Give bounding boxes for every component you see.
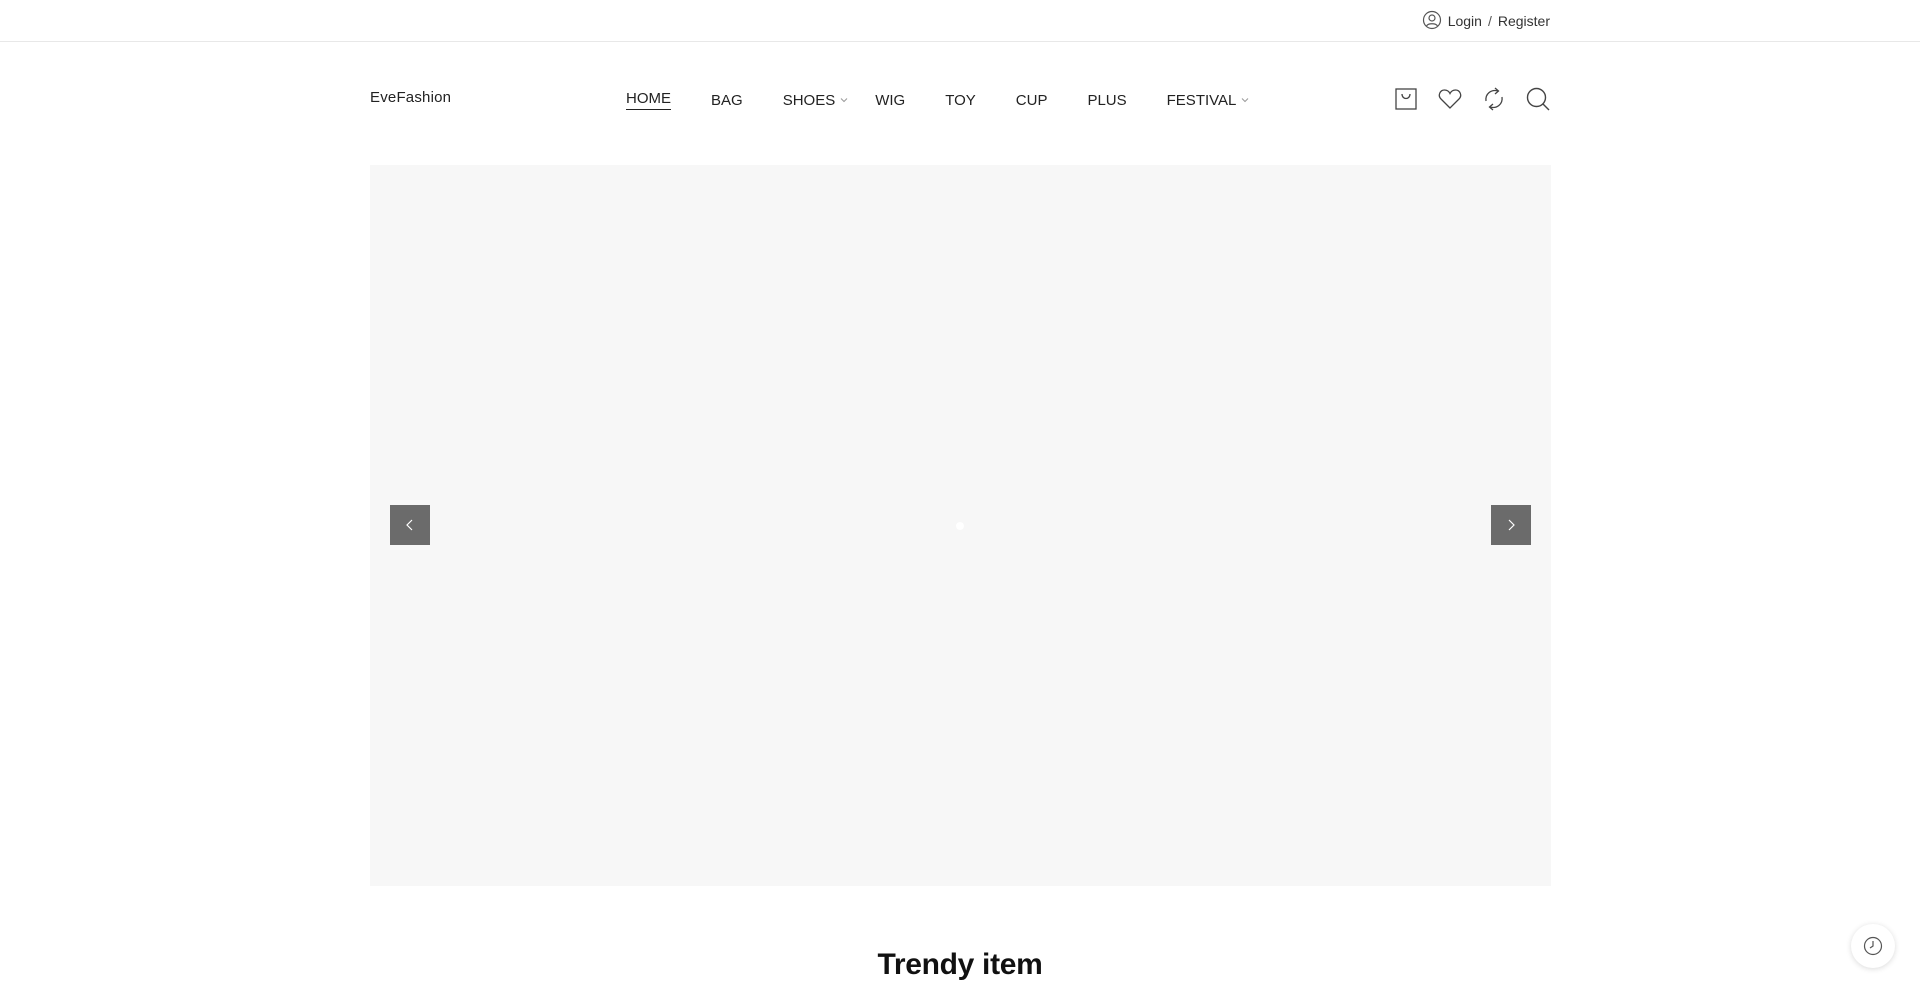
nav-item-home[interactable]: HOME bbox=[626, 90, 671, 110]
nav-label: CUP bbox=[1015, 91, 1048, 109]
chevron-right-icon bbox=[1508, 519, 1515, 531]
login-register-link[interactable]: Login / Register bbox=[1422, 10, 1550, 32]
chevron-down-icon bbox=[1242, 98, 1249, 103]
login-label[interactable]: Login bbox=[1448, 13, 1482, 29]
nav-item-cup[interactable]: CUP bbox=[1016, 92, 1048, 109]
wishlist-button[interactable] bbox=[1437, 86, 1463, 112]
site-header: EveFashion HOME BAG SHOES WIG TOY CUP PL… bbox=[370, 42, 1551, 154]
section-title: Trendy item bbox=[877, 948, 1043, 981]
nav-label: WIG bbox=[875, 91, 906, 109]
nav-label: BAG bbox=[711, 91, 743, 109]
slider-next-button[interactable] bbox=[1491, 505, 1531, 545]
recently-viewed-button[interactable] bbox=[1851, 924, 1895, 968]
chevron-down-icon bbox=[840, 98, 848, 103]
cart-icon bbox=[1395, 88, 1417, 110]
nav-item-bag[interactable]: BAG bbox=[711, 92, 743, 109]
top-bar: Login / Register bbox=[0, 0, 1920, 42]
nav-item-festival[interactable]: FESTIVAL bbox=[1167, 92, 1251, 109]
nav-item-shoes[interactable]: SHOES bbox=[783, 92, 850, 109]
header-actions bbox=[1393, 86, 1551, 112]
nav-item-plus[interactable]: PLUS bbox=[1087, 92, 1126, 109]
compare-button[interactable] bbox=[1481, 86, 1507, 112]
nav-label: HOME bbox=[626, 90, 671, 110]
nav-label: PLUS bbox=[1087, 91, 1127, 109]
slider-prev-button[interactable] bbox=[390, 505, 430, 545]
search-icon bbox=[1526, 87, 1550, 111]
nav-label: SHOES bbox=[782, 91, 836, 109]
heart-icon bbox=[1438, 89, 1462, 109]
nav-label: TOY bbox=[945, 91, 976, 109]
nav-label: FESTIVAL bbox=[1166, 91, 1237, 109]
site-logo[interactable]: EveFashion bbox=[370, 89, 451, 106]
chevron-left-icon bbox=[406, 519, 413, 531]
nav-item-toy[interactable]: TOY bbox=[945, 92, 976, 109]
user-icon bbox=[1422, 10, 1442, 33]
history-icon bbox=[1863, 936, 1883, 956]
cart-button[interactable] bbox=[1393, 86, 1419, 112]
main-nav: HOME BAG SHOES WIG TOY CUP PLUS FESTIVAL bbox=[626, 88, 1276, 112]
register-label[interactable]: Register bbox=[1498, 13, 1550, 29]
slider-dot[interactable] bbox=[956, 522, 964, 530]
search-button[interactable] bbox=[1525, 86, 1551, 112]
login-register-separator: / bbox=[1487, 13, 1492, 29]
nav-item-wig[interactable]: WIG bbox=[875, 92, 905, 109]
compare-icon bbox=[1485, 87, 1503, 111]
hero-slider bbox=[370, 165, 1551, 886]
